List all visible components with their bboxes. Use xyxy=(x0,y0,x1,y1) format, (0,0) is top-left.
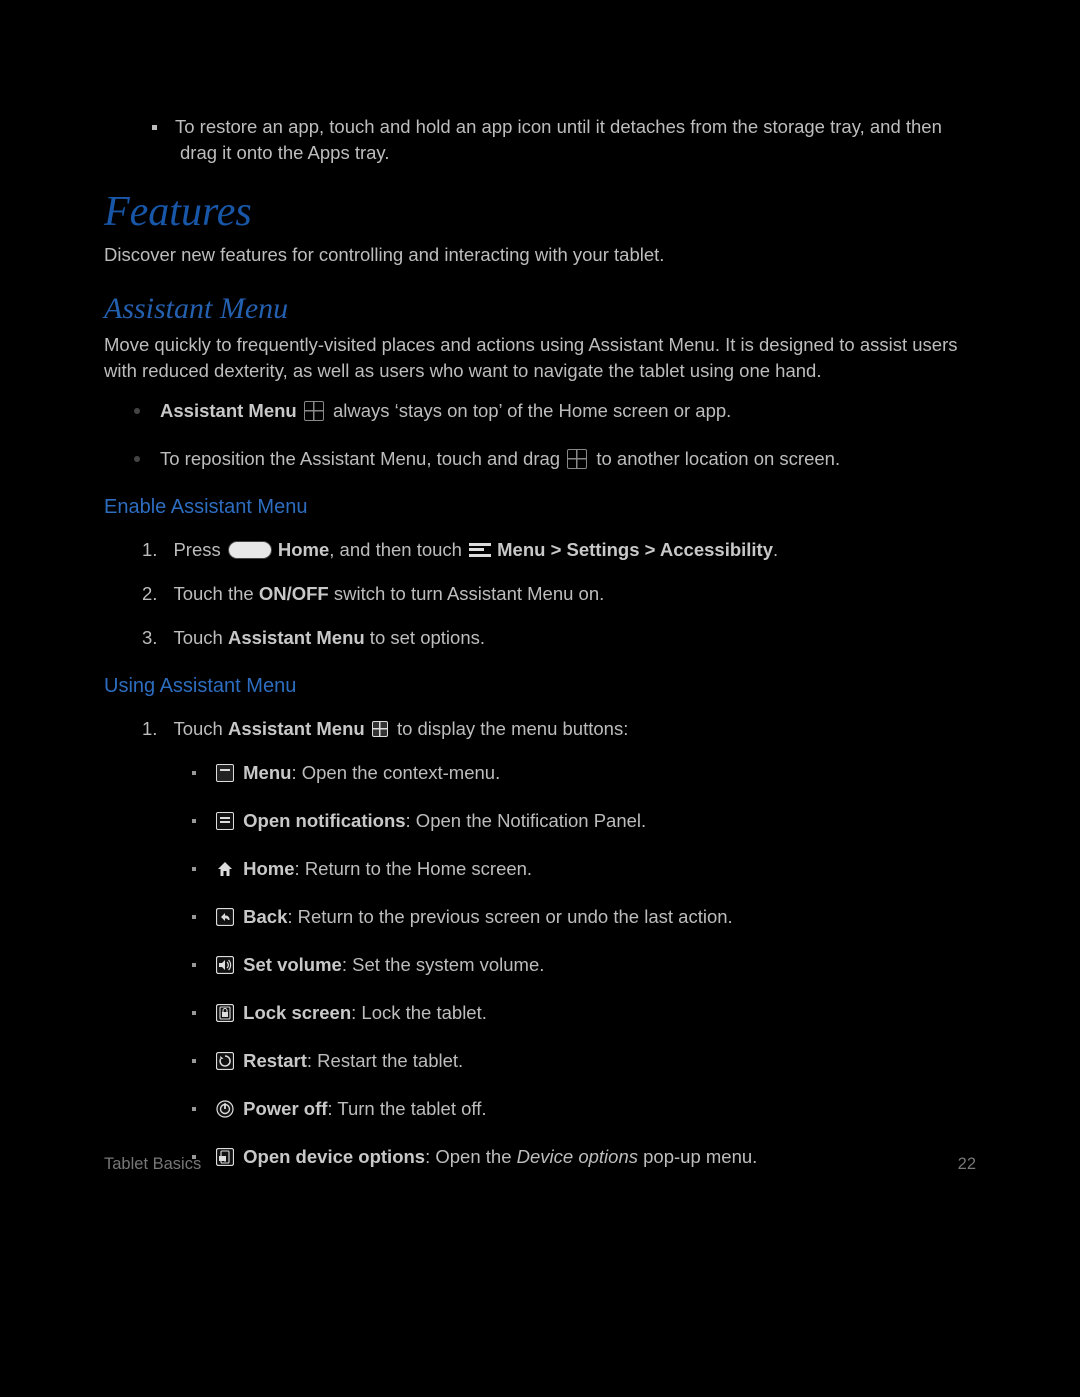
bullet-icon xyxy=(192,1059,196,1063)
assistant-menu-icon xyxy=(372,721,388,737)
home-label: Home xyxy=(243,858,294,879)
menu-item-restart: Restart: Restart the tablet. xyxy=(192,1048,976,1074)
restore-app-text: To restore an app, touch and hold an app… xyxy=(175,116,942,163)
home-desc: : Return to the Home screen. xyxy=(295,858,533,879)
footer-page-number: 22 xyxy=(958,1155,976,1174)
power-label: Power off xyxy=(243,1098,327,1119)
step3-a: Touch xyxy=(173,627,228,648)
step-number: 2. xyxy=(142,583,157,604)
using-step1-a: Touch xyxy=(173,718,228,739)
bullet-icon xyxy=(192,1107,196,1111)
assistant-menu-heading: Assistant Menu xyxy=(104,292,976,326)
back-desc: : Return to the previous screen or undo … xyxy=(287,906,732,927)
menu-icon xyxy=(216,764,234,782)
features-intro: Discover new features for controlling an… xyxy=(104,242,976,268)
menu-item-lock-screen: Lock screen: Lock the tablet. xyxy=(192,1000,976,1026)
enable-step-3: 3. Touch Assistant Menu to set options. xyxy=(142,625,976,651)
features-heading: Features xyxy=(104,188,976,236)
bullet-icon xyxy=(152,125,157,130)
step-number: 1. xyxy=(142,539,157,560)
step1-lead: Press xyxy=(173,539,225,560)
volume-icon xyxy=(216,956,234,974)
lock-icon xyxy=(216,1004,234,1022)
restart-label: Restart xyxy=(243,1050,307,1071)
menu-bars-icon xyxy=(469,543,491,557)
restart-desc: : Restart the tablet. xyxy=(307,1050,463,1071)
menu-item-home: Home: Return to the Home screen. xyxy=(192,856,976,882)
step2-a: Touch the xyxy=(173,583,258,604)
notifications-icon xyxy=(216,812,234,830)
home-button-icon xyxy=(228,541,272,559)
step3-c: to set options. xyxy=(365,627,485,648)
assistant-bullet-2-tail: to another location on screen. xyxy=(591,448,840,469)
using-step1-b: Assistant Menu xyxy=(228,718,365,739)
bullet-icon xyxy=(192,915,196,919)
bullet-icon xyxy=(192,771,196,775)
using-assistant-heading: Using Assistant Menu xyxy=(104,675,976,698)
footer-section: Tablet Basics xyxy=(104,1155,201,1174)
step1-path: Menu > Settings > Accessibility xyxy=(497,539,773,560)
menu-item-menu: Menu: Open the context-menu. xyxy=(192,760,976,786)
menu-item-open-notifications: Open notifications: Open the Notificatio… xyxy=(192,808,976,834)
step2-b: ON/OFF xyxy=(259,583,329,604)
bullet-icon xyxy=(192,819,196,823)
home-icon xyxy=(216,860,234,878)
bullet-icon xyxy=(192,963,196,967)
restore-app-bullet: To restore an app, touch and hold an app… xyxy=(152,114,976,166)
page-footer: Tablet Basics 22 xyxy=(104,1155,976,1174)
back-icon xyxy=(216,908,234,926)
power-icon xyxy=(216,1100,234,1118)
menu-item-back: Back: Return to the previous screen or u… xyxy=(192,904,976,930)
using-step-1: 1. Touch Assistant Menu to display the me… xyxy=(142,716,976,742)
assistant-bullet-1: Assistant Menu always ‘stays on top’ of … xyxy=(134,398,976,424)
menu-item-power-off: Power off: Turn the tablet off. xyxy=(192,1096,976,1122)
restart-icon xyxy=(216,1052,234,1070)
step1-mid: , and then touch xyxy=(329,539,467,560)
assistant-bullet-2-lead: To reposition the Assistant Menu, touch … xyxy=(160,448,565,469)
using-step1-c: to display the menu buttons: xyxy=(392,718,629,739)
step1-tail: . xyxy=(773,539,778,560)
lock-desc: : Lock the tablet. xyxy=(351,1002,487,1023)
lock-label: Lock screen xyxy=(243,1002,351,1023)
volume-desc: : Set the system volume. xyxy=(342,954,545,975)
notif-label: Open notifications xyxy=(243,810,405,831)
step-number: 1. xyxy=(142,718,157,739)
document-page: To restore an app, touch and hold an app… xyxy=(104,114,976,1164)
enable-step-2: 2. Touch the ON/OFF switch to turn Assist… xyxy=(142,581,976,607)
assistant-bullet-1-tail: always ‘stays on top’ of the Home screen… xyxy=(328,400,731,421)
notif-desc: : Open the Notification Panel. xyxy=(406,810,647,831)
bullet-icon xyxy=(134,456,140,462)
step1-home: Home xyxy=(278,539,329,560)
enable-step-1: 1. Press Home, and then touch Menu > Sett… xyxy=(142,537,976,563)
step-number: 3. xyxy=(142,627,157,648)
bullet-icon xyxy=(192,867,196,871)
assistant-intro: Move quickly to frequently-visited place… xyxy=(104,332,976,384)
assistant-bullet-1-bold: Assistant Menu xyxy=(160,400,297,421)
power-desc: : Turn the tablet off. xyxy=(327,1098,486,1119)
bullet-icon xyxy=(134,408,140,414)
step2-c: switch to turn Assistant Menu on. xyxy=(329,583,605,604)
menu-item-set-volume: Set volume: Set the system volume. xyxy=(192,952,976,978)
assistant-menu-icon xyxy=(567,449,587,469)
enable-assistant-heading: Enable Assistant Menu xyxy=(104,496,976,519)
bullet-icon xyxy=(192,1011,196,1015)
menu-desc: : Open the context-menu. xyxy=(291,762,500,783)
assistant-menu-icon xyxy=(304,401,324,421)
step3-b: Assistant Menu xyxy=(228,627,365,648)
volume-label: Set volume xyxy=(243,954,342,975)
back-label: Back xyxy=(243,906,287,927)
menu-label: Menu xyxy=(243,762,291,783)
assistant-bullet-2: To reposition the Assistant Menu, touch … xyxy=(134,446,976,472)
